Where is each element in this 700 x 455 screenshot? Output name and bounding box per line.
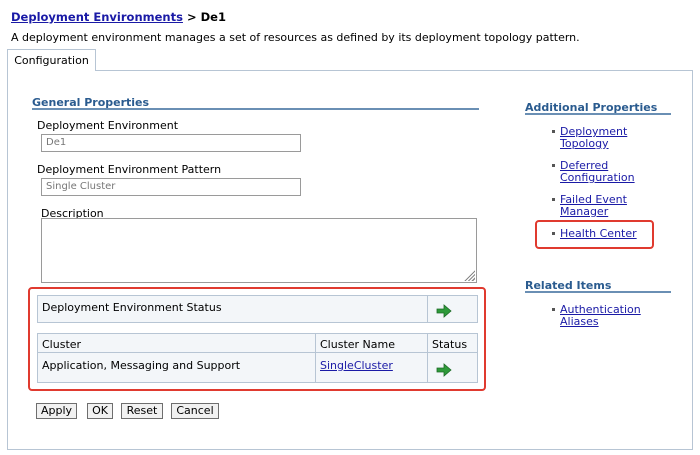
description-textarea[interactable]: [41, 218, 477, 283]
resize-grip-icon[interactable]: [463, 269, 475, 281]
apply-button[interactable]: Apply: [36, 403, 77, 419]
ok-button[interactable]: OK: [87, 403, 113, 419]
bullet-icon: [552, 164, 555, 167]
page-description: A deployment environment manages a set o…: [11, 31, 580, 44]
breadcrumb-current: De1: [200, 10, 226, 24]
bullet-icon: [552, 130, 555, 133]
reset-button[interactable]: Reset: [121, 403, 163, 419]
deployment-environment-label: Deployment Environment: [37, 119, 179, 132]
breadcrumb-separator: >: [182, 10, 201, 24]
pattern-label: Deployment Environment Pattern: [37, 163, 222, 176]
cancel-button[interactable]: Cancel: [171, 403, 219, 419]
health-center-highlight: [535, 220, 654, 249]
related-items-rule: [525, 291, 671, 293]
bullet-icon: [552, 198, 555, 201]
link-failed-event-manager[interactable]: Failed Event Manager: [560, 194, 627, 218]
status-highlight: [28, 287, 486, 391]
deployment-environment-field: De1: [41, 134, 301, 152]
breadcrumb: Deployment Environments > De1: [11, 10, 226, 24]
tab-configuration[interactable]: Configuration: [7, 49, 96, 71]
additional-properties-rule: [525, 113, 671, 115]
pattern-field: Single Cluster: [41, 178, 301, 196]
link-deployment-topology[interactable]: Deployment Topology: [560, 126, 627, 150]
bullet-icon: [552, 308, 555, 311]
link-authentication-aliases[interactable]: Authentication Aliases: [560, 304, 641, 328]
link-deferred-configuration[interactable]: Deferred Configuration: [560, 160, 635, 184]
breadcrumb-link-deployment-environments[interactable]: Deployment Environments: [11, 10, 183, 24]
general-properties-rule: [32, 108, 479, 110]
